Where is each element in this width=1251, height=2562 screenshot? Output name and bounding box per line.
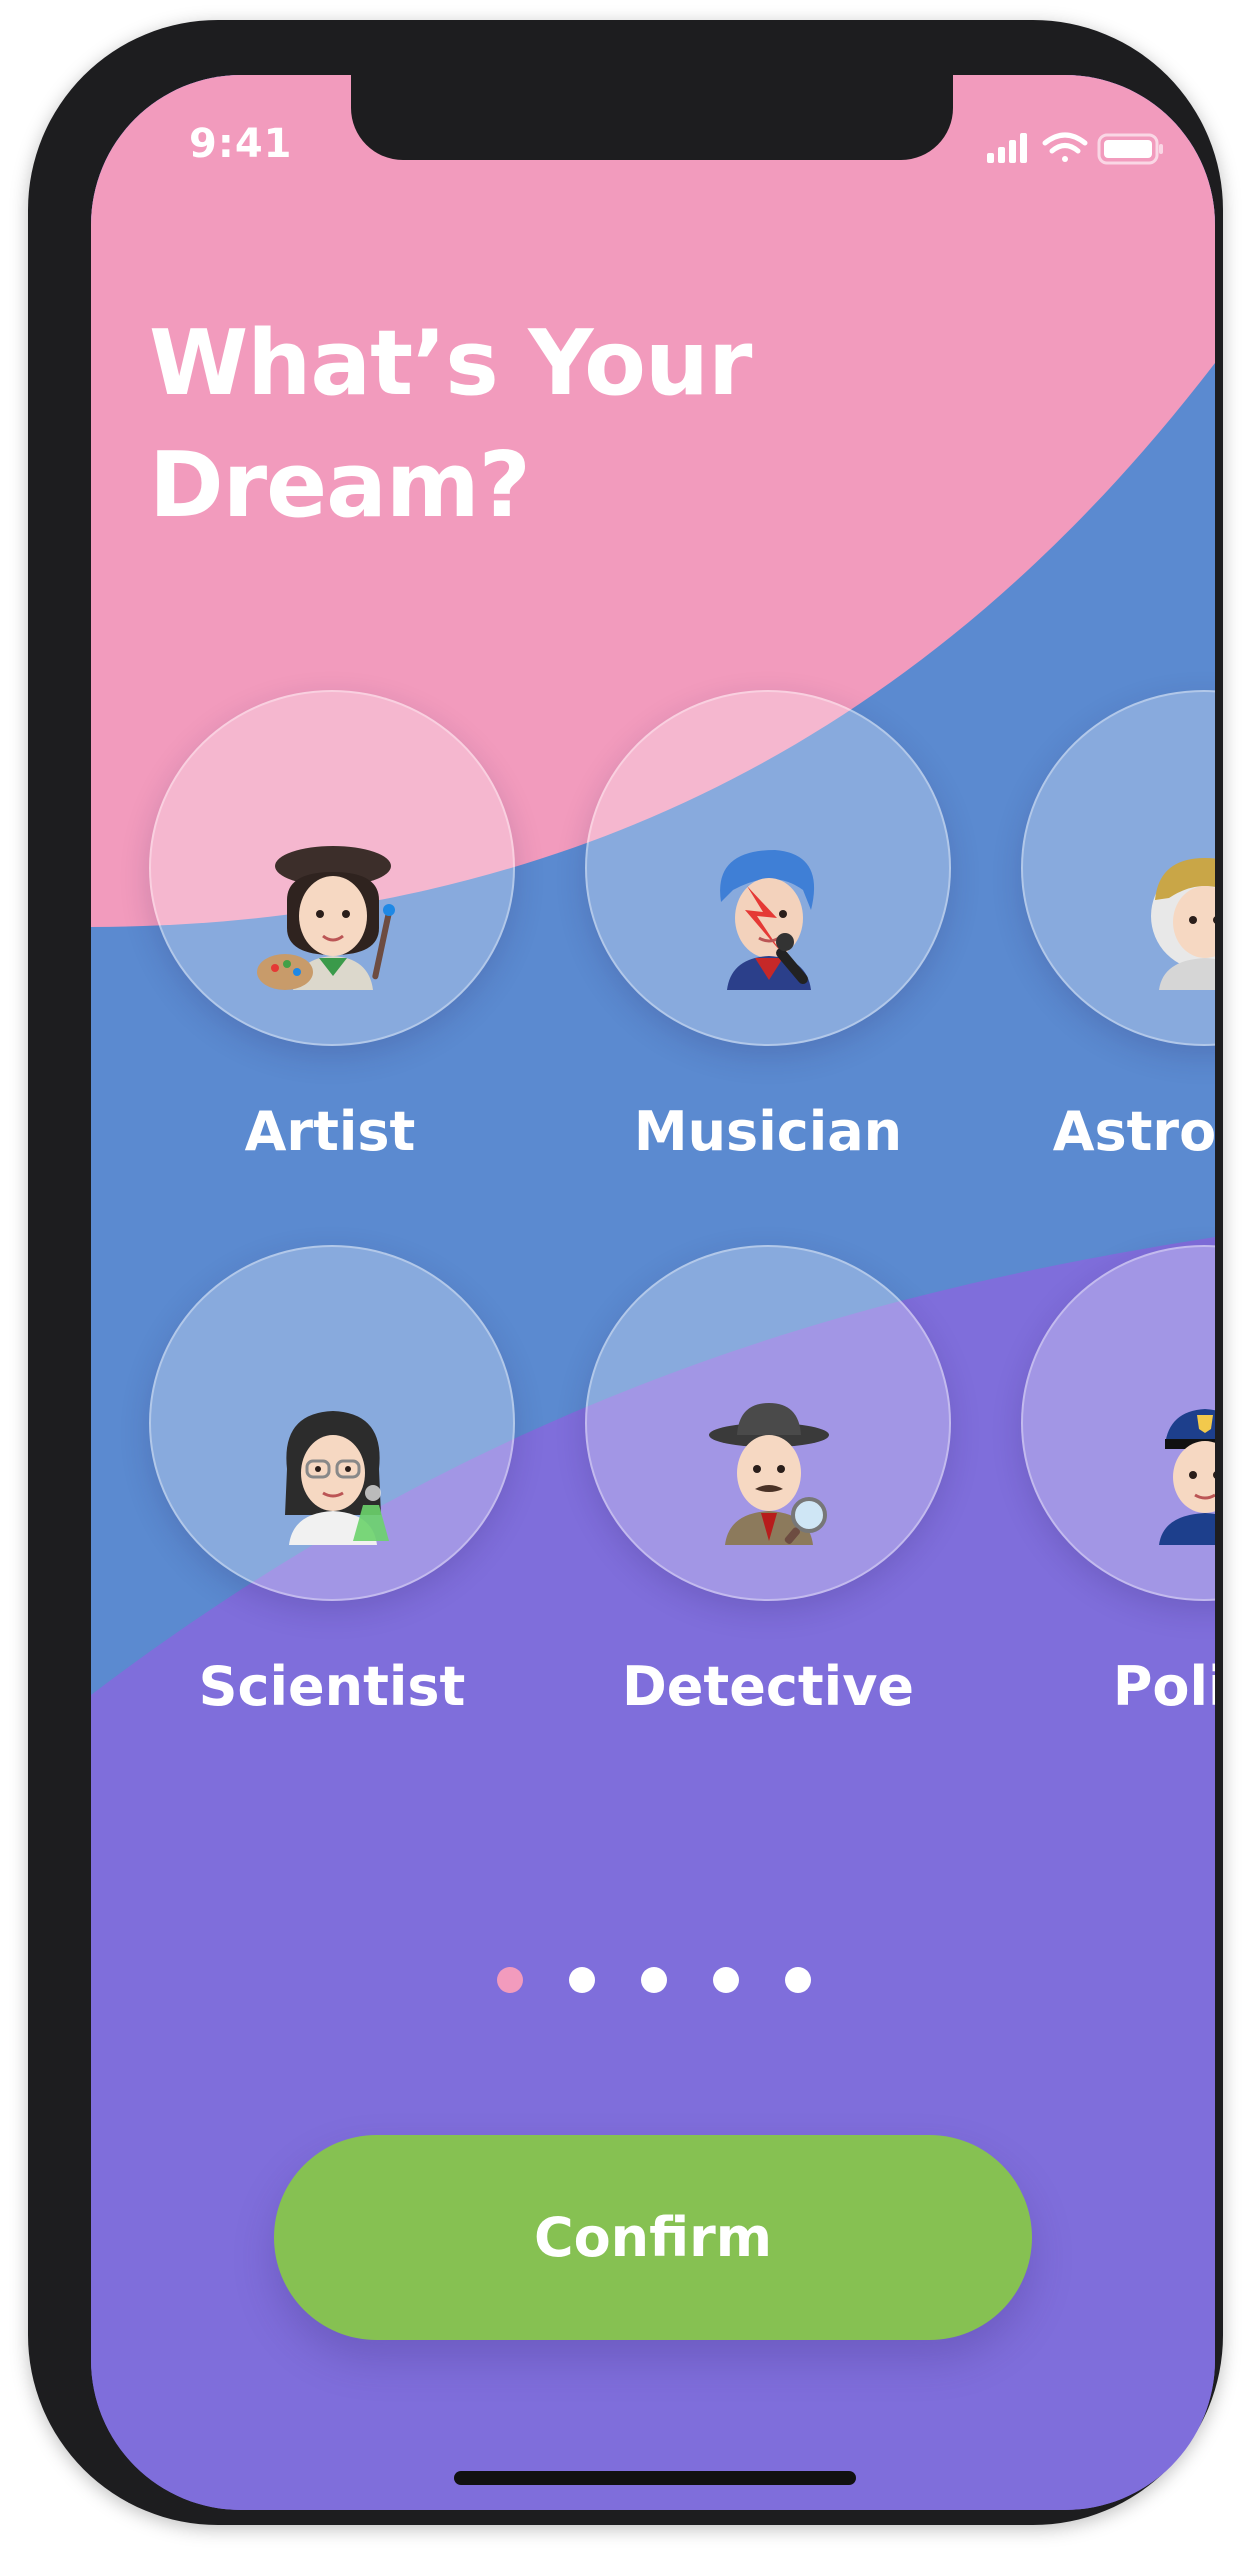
detective-emoji-icon <box>709 1403 829 1545</box>
scientist-emoji-icon <box>285 1411 389 1545</box>
confirm-button[interactable]: Confirm <box>274 2135 1032 2340</box>
profession-card-musician[interactable]: Musician <box>585 690 951 1163</box>
profession-card-police[interactable]: Police <box>1021 1245 1215 1718</box>
title-line-1: What’s Your <box>149 311 752 416</box>
profession-circle <box>585 690 951 1046</box>
police-emoji-icon <box>1159 1409 1215 1545</box>
page-dot-2[interactable] <box>569 1967 595 1993</box>
title-line-2: Dream? <box>149 433 531 538</box>
signal-icon <box>987 133 1027 163</box>
artist-emoji-icon <box>257 846 395 990</box>
profession-label: Astronaut <box>1052 1100 1215 1163</box>
profession-circle <box>1021 1245 1215 1601</box>
home-indicator <box>454 2471 856 2485</box>
status-time: 9:41 <box>189 121 293 167</box>
profession-card-astronaut[interactable]: Astronaut <box>1021 690 1215 1163</box>
profession-label: Musician <box>633 1100 903 1163</box>
profession-circle <box>149 1245 515 1601</box>
profession-circle <box>1021 690 1215 1046</box>
page-dot-3[interactable] <box>641 1967 667 1993</box>
page-dot-4[interactable] <box>713 1967 739 1993</box>
profession-label: Detective <box>621 1655 915 1718</box>
astronaut-emoji-icon <box>1151 858 1215 990</box>
profession-card-artist[interactable]: Artist <box>149 690 515 1163</box>
profession-label: Artist <box>244 1100 416 1163</box>
phone-frame: 9:41 What’s Your Dream? Artist Musician … <box>28 20 1223 2525</box>
profession-circle <box>585 1245 951 1601</box>
screen: 9:41 What’s Your Dream? Artist Musician … <box>91 75 1215 2510</box>
page-dot-5[interactable] <box>785 1967 811 1993</box>
profession-circle <box>149 690 515 1046</box>
page-dot-1[interactable] <box>497 1967 523 1993</box>
notch <box>351 75 953 160</box>
profession-card-detective[interactable]: Detective <box>585 1245 951 1718</box>
wifi-icon <box>1042 132 1088 162</box>
profession-label: Police <box>1112 1655 1215 1718</box>
status-icons <box>987 132 1163 165</box>
profession-card-scientist[interactable]: Scientist <box>149 1245 515 1718</box>
battery-icon <box>1097 133 1163 165</box>
profession-label: Scientist <box>198 1655 466 1718</box>
page-title: What’s Your Dream? <box>149 303 869 547</box>
musician-emoji-icon <box>720 850 815 990</box>
pagination-dots <box>91 1967 1215 1997</box>
